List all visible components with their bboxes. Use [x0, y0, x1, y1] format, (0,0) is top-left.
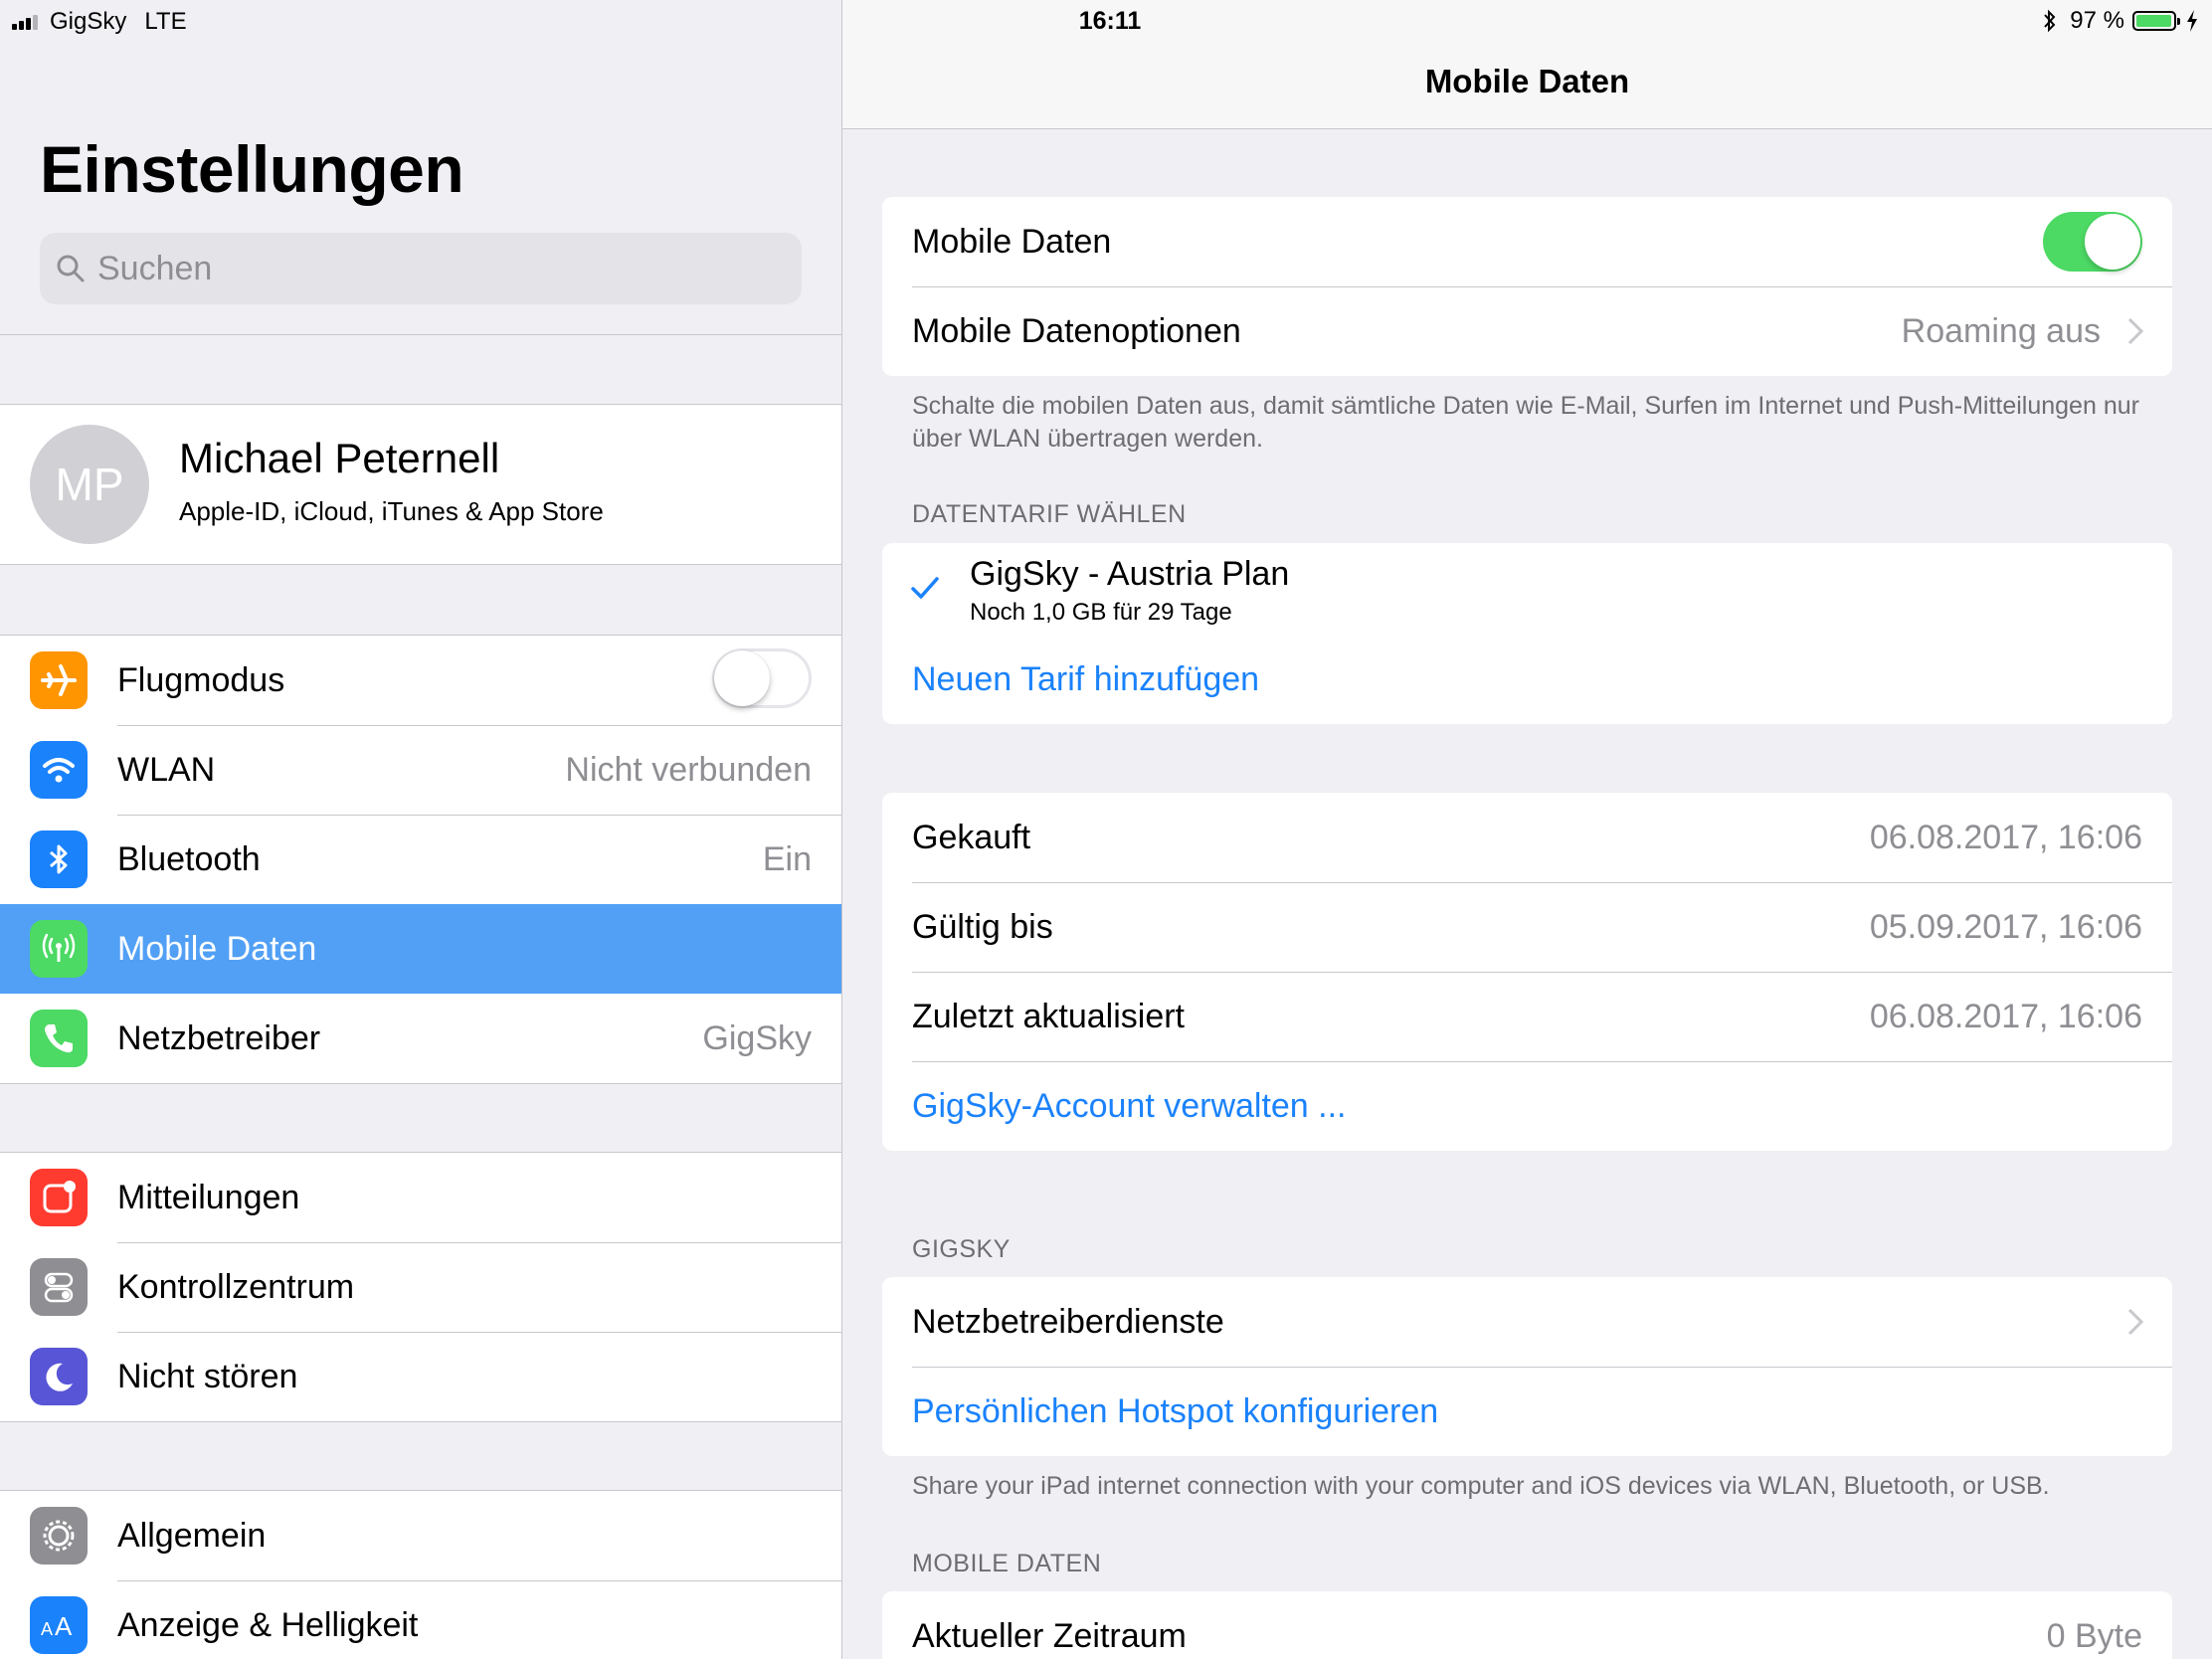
apple-id-profile[interactable]: MP Michael Peternell Apple-ID, iCloud, i… — [0, 404, 841, 565]
sidebar-item-label: Flugmodus — [117, 660, 285, 699]
carrier-services-label: Netzbetreiberdienste — [912, 1302, 1224, 1341]
bluetooth-icon — [30, 830, 88, 888]
carrier-value: GigSky — [702, 1018, 812, 1057]
bluetooth-status-icon — [2044, 9, 2056, 33]
phone-icon — [30, 1010, 88, 1067]
status-bar: GigSky LTE 16:11 97 % — [0, 0, 2212, 40]
bluetooth-status: Ein — [762, 839, 812, 878]
usage-card: Aktueller Zeitraum 0 Byte — [882, 1591, 2172, 1659]
sidebar-item-label: WLAN — [117, 750, 216, 789]
settings-group-general: Allgemein AA Anzeige & Helligkeit — [0, 1490, 841, 1659]
purchased-label: Gekauft — [912, 818, 1031, 856]
search-placeholder: Suchen — [97, 249, 213, 287]
cellular-data-toggle[interactable] — [2043, 212, 2142, 272]
profile-name: Michael Peternell — [179, 435, 500, 481]
current-period-value: 0 Byte — [2046, 1616, 2142, 1655]
settings-group-connectivity: Flugmodus WLAN Nicht verbunden Bluetooth… — [0, 635, 841, 1084]
gear-icon — [30, 1507, 88, 1565]
airplane-mode-toggle[interactable] — [712, 648, 812, 708]
search-icon — [57, 255, 85, 282]
sidebar-item-flugmodus[interactable]: Flugmodus — [0, 636, 841, 725]
hotspot-footer: Share your iPad internet connection with… — [912, 1472, 2050, 1500]
plan-header: DATENTARIF WÄHLEN — [912, 500, 1187, 528]
plan-remaining: Noch 1,0 GB für 29 Tage — [970, 599, 1232, 626]
sidebar-item-label: Kontrollzentrum — [117, 1267, 355, 1306]
mobile-data-detail: Mobile Daten Mobile Daten Mobile Datenop… — [842, 0, 2212, 1659]
add-plan-row[interactable]: Neuen Tarif hinzufügen — [882, 635, 2172, 724]
sidebar-item-wlan[interactable]: WLAN Nicht verbunden — [0, 725, 841, 815]
battery-percentage: 97 % — [2070, 7, 2124, 34]
sidebar-item-allgemein[interactable]: Allgemein — [0, 1491, 841, 1580]
cellular-settings-card: Mobile Daten Mobile Datenoptionen Roamin… — [882, 197, 2172, 376]
svg-text:A: A — [41, 1619, 53, 1639]
airplane-icon — [30, 651, 88, 709]
sidebar-item-kontrollzentrum[interactable]: Kontrollzentrum — [0, 1242, 841, 1332]
sidebar-item-nicht-stoeren[interactable]: Nicht stören — [0, 1332, 841, 1421]
carrier-services-row[interactable]: Netzbetreiberdienste — [882, 1277, 2172, 1367]
hotspot-link[interactable]: Persönlichen Hotspot konfigurieren — [912, 1392, 1438, 1431]
cellular-footer: Schalte die mobilen Daten aus, damit säm… — [912, 392, 2139, 453]
valid-until-value: 05.09.2017, 16:06 — [1869, 907, 2142, 946]
checkmark-icon — [911, 577, 939, 599]
sidebar-item-mobile-daten[interactable]: Mobile Daten — [0, 904, 841, 994]
manage-account-link[interactable]: GigSky-Account verwalten ... — [912, 1087, 1347, 1126]
purchased-row: Gekauft 06.08.2017, 16:06 — [882, 793, 2172, 882]
chevron-right-icon — [2127, 317, 2144, 345]
wifi-icon — [30, 741, 88, 799]
plan-details-card: Gekauft 06.08.2017, 16:06 Gültig bis 05.… — [882, 793, 2172, 1151]
sidebar-item-label: Anzeige & Helligkeit — [117, 1605, 419, 1644]
nav-title: Mobile Daten — [1424, 63, 1630, 99]
antenna-icon — [30, 920, 88, 978]
text-size-icon: AA — [30, 1596, 88, 1654]
sidebar-item-bluetooth[interactable]: Bluetooth Ein — [0, 815, 841, 904]
charging-icon — [2187, 10, 2197, 32]
current-period-label: Aktueller Zeitraum — [912, 1616, 1187, 1655]
page-title: Einstellungen — [40, 132, 464, 206]
purchased-value: 06.08.2017, 16:06 — [1869, 818, 2142, 856]
cellular-data-label: Mobile Daten — [912, 222, 1112, 261]
sidebar-item-label: Mobile Daten — [117, 929, 317, 968]
cellular-options-row[interactable]: Mobile Datenoptionen Roaming aus — [882, 286, 2172, 376]
gigsky-header: GIGSKY — [912, 1235, 1011, 1263]
valid-until-label: Gültig bis — [912, 907, 1053, 946]
control-center-icon — [30, 1258, 88, 1316]
last-updated-value: 06.08.2017, 16:06 — [1869, 997, 2142, 1035]
plan-row[interactable]: GigSky - Austria Plan Noch 1,0 GB für 29… — [882, 543, 2172, 635]
sidebar-item-label: Mitteilungen — [117, 1178, 300, 1216]
battery-icon — [2132, 11, 2180, 31]
svg-text:A: A — [55, 1611, 73, 1641]
avatar: MP — [30, 425, 149, 544]
sidebar-item-anzeige[interactable]: AA Anzeige & Helligkeit — [0, 1580, 841, 1659]
moon-icon — [30, 1348, 88, 1405]
sidebar-item-mitteilungen[interactable]: Mitteilungen — [0, 1153, 841, 1242]
sidebar-item-label: Netzbetreiber — [117, 1018, 321, 1057]
sidebar-item-label: Allgemein — [117, 1516, 267, 1555]
sidebar-item-label: Bluetooth — [117, 839, 261, 878]
chevron-right-icon — [2127, 1308, 2144, 1336]
settings-group-notifications: Mitteilungen Kontrollzentrum Nicht störe… — [0, 1152, 841, 1422]
hotspot-row[interactable]: Persönlichen Hotspot konfigurieren — [882, 1367, 2172, 1456]
usage-header: MOBILE DATEN — [912, 1550, 1102, 1577]
valid-until-row: Gültig bis 05.09.2017, 16:06 — [882, 882, 2172, 972]
profile-subtitle: Apple-ID, iCloud, iTunes & App Store — [179, 496, 604, 526]
clock: 16:11 — [1078, 7, 1142, 35]
manage-account-row[interactable]: GigSky-Account verwalten ... — [882, 1061, 2172, 1151]
last-updated-label: Zuletzt aktualisiert — [912, 997, 1185, 1035]
notifications-icon — [30, 1169, 88, 1226]
last-updated-row: Zuletzt aktualisiert 06.08.2017, 16:06 — [882, 972, 2172, 1061]
settings-sidebar: Einstellungen Suchen MP Michael Peternel… — [0, 0, 841, 1659]
search-input[interactable]: Suchen — [40, 233, 802, 304]
cellular-data-row: Mobile Daten — [882, 197, 2172, 286]
current-period-row: Aktueller Zeitraum 0 Byte — [882, 1591, 2172, 1659]
add-plan-link[interactable]: Neuen Tarif hinzufügen — [912, 660, 1259, 699]
gigsky-card: Netzbetreiberdienste Persönlichen Hotspo… — [882, 1277, 2172, 1456]
sidebar-item-label: Nicht stören — [117, 1357, 298, 1395]
cellular-options-label: Mobile Datenoptionen — [912, 311, 1241, 350]
sidebar-item-netzbetreiber[interactable]: Netzbetreiber GigSky — [0, 994, 841, 1083]
plan-name: GigSky - Austria Plan — [970, 555, 1290, 593]
wlan-status: Nicht verbunden — [565, 750, 812, 789]
plan-card: GigSky - Austria Plan Noch 1,0 GB für 29… — [882, 543, 2172, 724]
roaming-status: Roaming aus — [1901, 311, 2101, 350]
